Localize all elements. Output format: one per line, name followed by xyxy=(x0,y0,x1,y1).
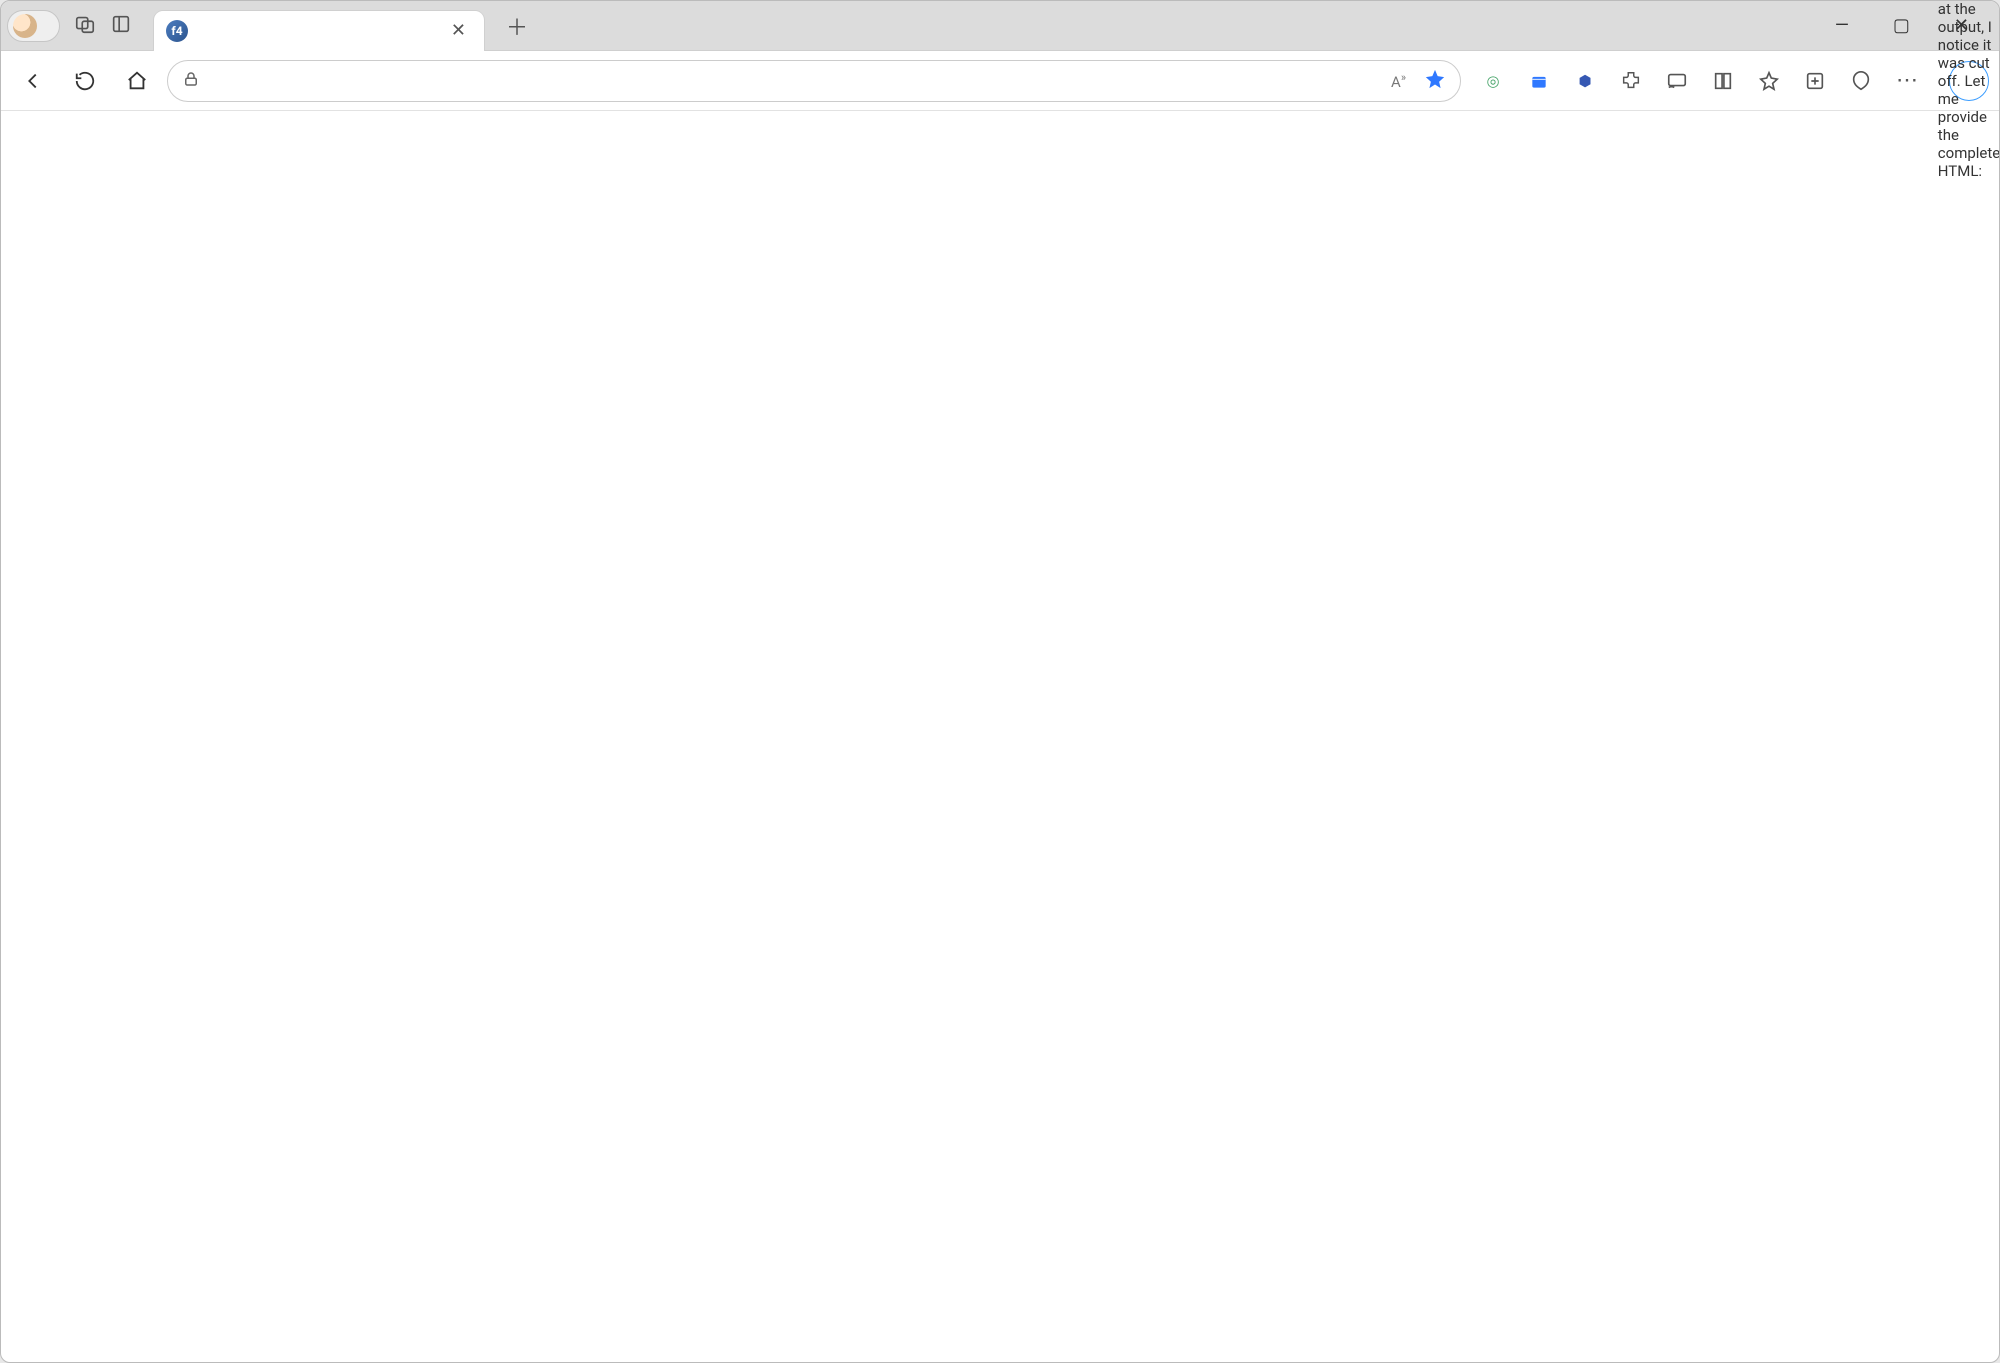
maximize-icon[interactable]: ▢ xyxy=(1889,9,1914,42)
profile-avatar-icon xyxy=(13,14,37,38)
new-tab-button[interactable]: ＋ xyxy=(498,2,536,50)
refresh-button[interactable] xyxy=(63,61,107,101)
collections-icon[interactable] xyxy=(1801,67,1829,95)
favorites-icon[interactable] xyxy=(1755,67,1783,95)
bing-sidebar-toggle-icon[interactable]: Looking at the output, I notice it was c… xyxy=(1949,61,1989,101)
browser-essentials-icon[interactable] xyxy=(1847,67,1875,95)
extensions-puzzle-icon[interactable] xyxy=(1617,67,1645,95)
favorite-star-icon[interactable] xyxy=(1424,68,1446,94)
addr-actions: A» xyxy=(1391,68,1446,94)
back-button[interactable] xyxy=(11,61,55,101)
close-tab-icon[interactable]: ✕ xyxy=(447,16,470,45)
profile-switcher[interactable] xyxy=(7,10,60,42)
ext-icon-2[interactable] xyxy=(1525,67,1553,95)
lock-icon xyxy=(182,70,200,92)
ext-icon-3[interactable]: ⬢ xyxy=(1571,67,1599,95)
browser-toolbar: A» ◎ ⬢ xyxy=(1,51,1999,111)
extension-icons: ◎ ⬢ ⋯ xyxy=(1469,67,1931,95)
reading-list-icon[interactable] xyxy=(1709,67,1737,95)
browser-window: f4 ✕ ＋ — ▢ ✕ A» xyxy=(0,0,2000,1363)
ext-icon-1[interactable]: ◎ xyxy=(1479,67,1507,95)
tab-actions-icon[interactable] xyxy=(110,13,132,39)
reading-mode-icon[interactable]: A» xyxy=(1391,71,1406,91)
tab-favicon-icon: f4 xyxy=(166,20,188,42)
home-button[interactable] xyxy=(115,61,159,101)
address-bar[interactable]: A» xyxy=(167,60,1461,102)
more-menu-icon[interactable]: ⋯ xyxy=(1893,67,1921,95)
titlebar: f4 ✕ ＋ — ▢ ✕ xyxy=(1,1,1999,51)
workspaces-icon[interactable] xyxy=(74,13,96,39)
active-tab[interactable]: f4 ✕ xyxy=(154,11,484,51)
workspaces-icons xyxy=(74,13,132,39)
cast-icon[interactable] xyxy=(1663,67,1691,95)
minimize-icon[interactable]: — xyxy=(1831,9,1853,42)
